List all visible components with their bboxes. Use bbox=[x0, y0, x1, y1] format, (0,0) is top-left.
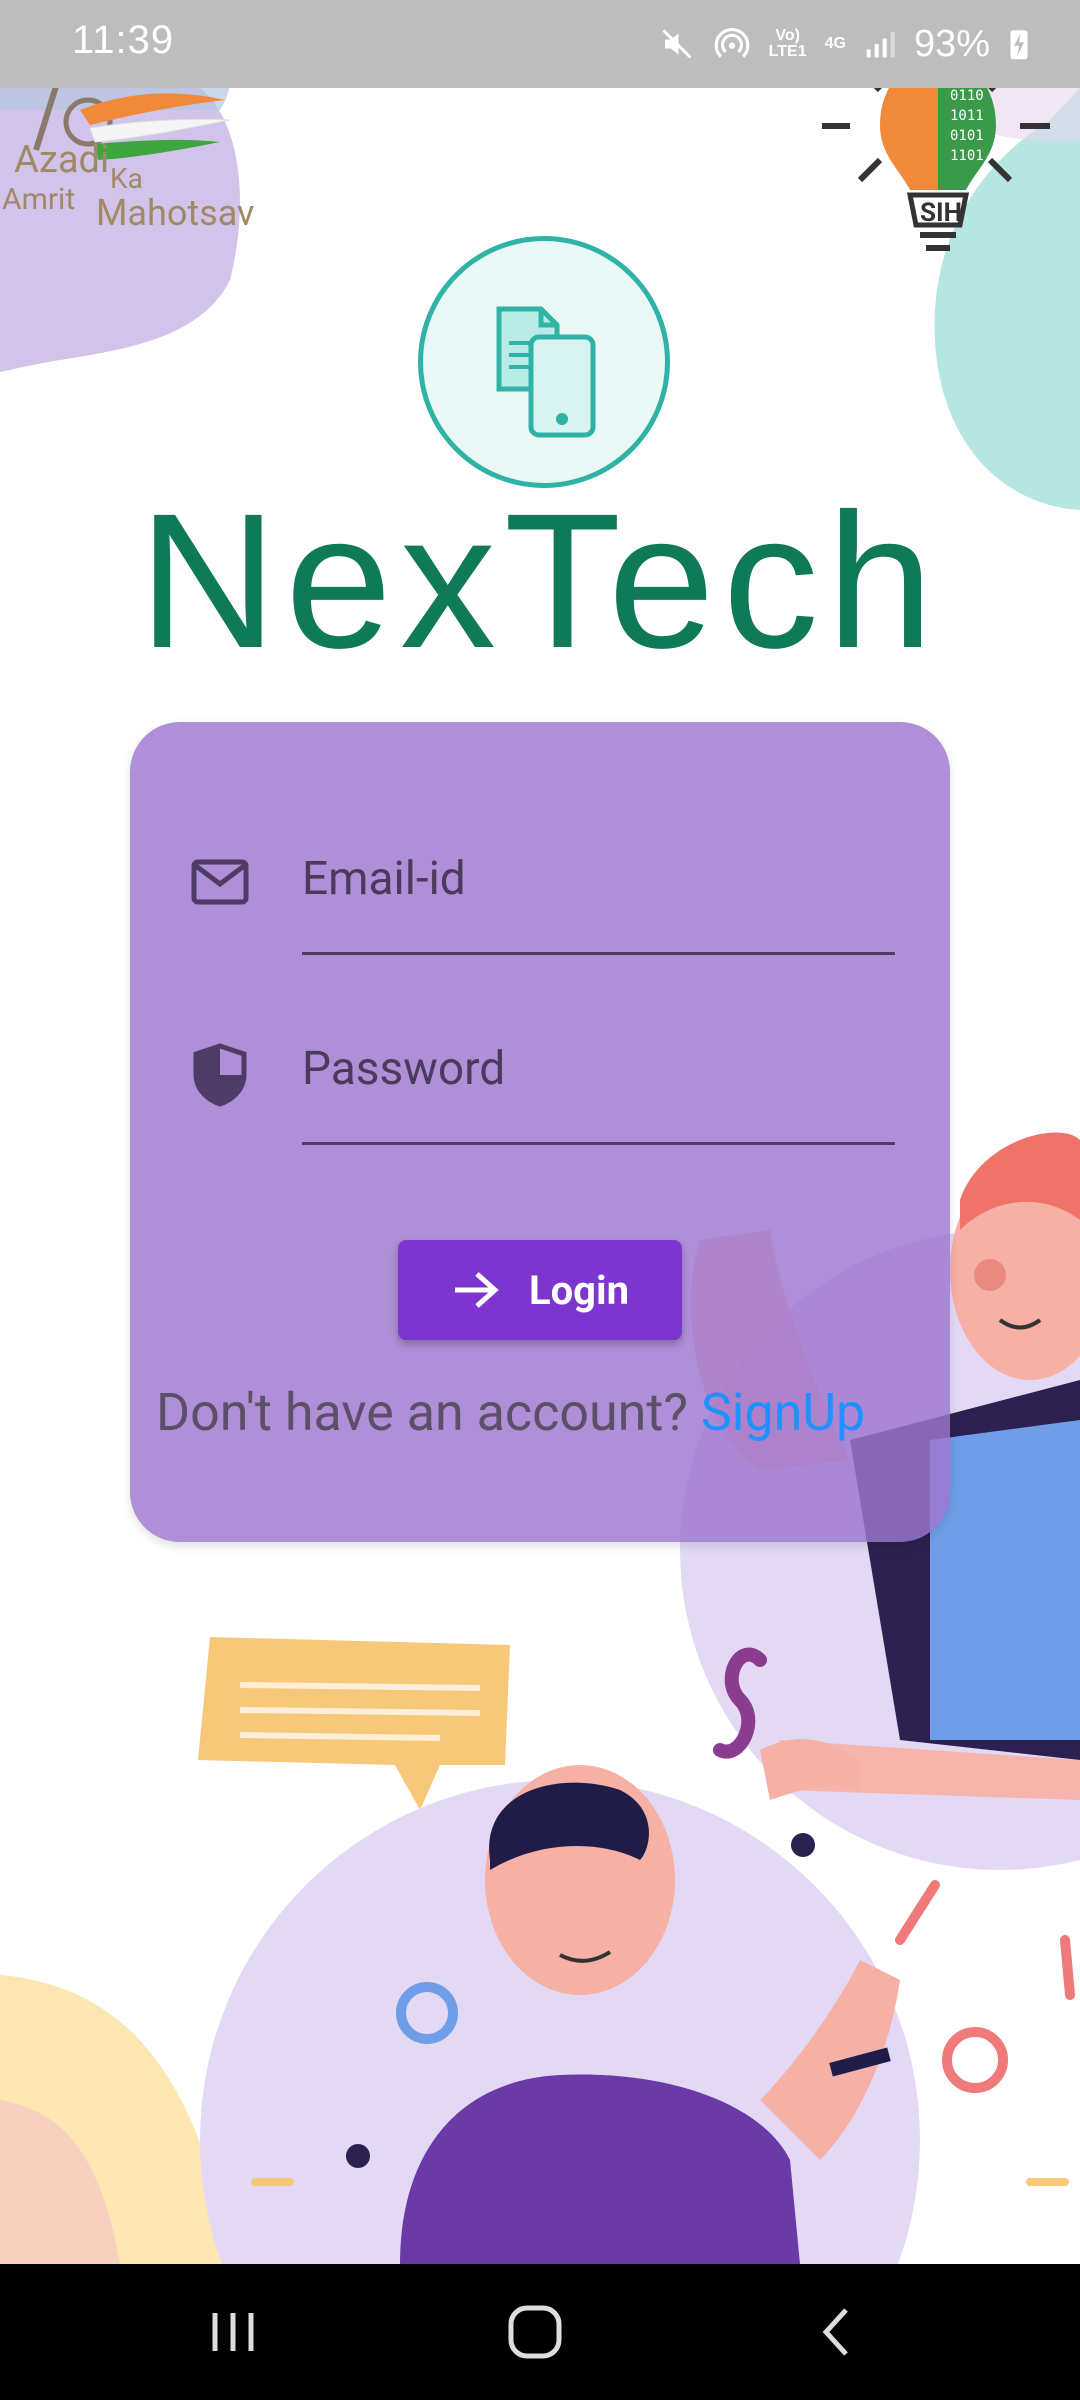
arrow-right-icon bbox=[454, 1272, 499, 1308]
email-field-underline bbox=[302, 952, 895, 955]
hotspot-icon bbox=[714, 28, 750, 58]
back-icon bbox=[822, 2308, 848, 2356]
recent-apps-button[interactable] bbox=[188, 2294, 278, 2370]
battery-charging-icon bbox=[1010, 30, 1028, 60]
svg-text:0110: 0110 bbox=[950, 88, 984, 104]
status-icons: Vo) LTE1 4G 93% bbox=[659, 22, 1030, 66]
signup-row: Don't have an account? SignUp bbox=[156, 1382, 946, 1443]
app-logo bbox=[418, 236, 670, 488]
status-time: 11:39 bbox=[72, 18, 175, 62]
home-button[interactable] bbox=[490, 2294, 580, 2370]
logo-text-azadi: Azadi bbox=[14, 138, 110, 182]
azadi-ka-amrit-mahotsav-logo: Azadi Ka Amrit Mahotsav bbox=[0, 70, 290, 240]
home-icon bbox=[508, 2305, 562, 2359]
signal-icon bbox=[866, 32, 895, 58]
volte-indicator: Vo) LTE1 bbox=[768, 27, 807, 60]
brand-title: NexTech bbox=[138, 473, 942, 688]
email-field[interactable]: Email-id bbox=[300, 842, 895, 922]
email-icon bbox=[191, 859, 249, 905]
sih-logo-text: SIH bbox=[920, 198, 962, 228]
svg-text:1101: 1101 bbox=[950, 148, 984, 164]
login-button-label: Login bbox=[528, 1266, 630, 1314]
password-placeholder: Password bbox=[302, 1042, 506, 1096]
mute-icon bbox=[662, 29, 692, 59]
battery-percentage: 93% bbox=[913, 22, 990, 65]
status-bar: 11:39 Vo) LTE1 4G 93% bbox=[0, 0, 1080, 88]
password-field-underline bbox=[302, 1142, 895, 1145]
password-field[interactable]: Password bbox=[300, 1032, 895, 1112]
shield-icon bbox=[193, 1043, 247, 1107]
svg-text:1011: 1011 bbox=[950, 108, 984, 124]
back-button[interactable] bbox=[792, 2294, 882, 2370]
logo-text-amrit: Amrit bbox=[2, 182, 76, 217]
email-placeholder: Email-id bbox=[302, 852, 466, 906]
signup-prompt: Don't have an account? bbox=[156, 1382, 701, 1443]
svg-text:0101: 0101 bbox=[950, 128, 984, 144]
network-gen-indicator: 4G bbox=[824, 35, 846, 52]
login-card: Email-id Password Login Don't have an ac… bbox=[130, 722, 950, 1542]
recent-apps-icon bbox=[212, 2313, 254, 2351]
signup-link[interactable]: SignUp bbox=[701, 1382, 865, 1443]
logo-text-ka: Ka bbox=[110, 162, 143, 195]
logo-text-mahotsav: Mahotsav bbox=[96, 192, 255, 234]
login-button[interactable]: Login bbox=[398, 1240, 682, 1340]
document-phone-icon bbox=[496, 306, 596, 438]
navigation-bar bbox=[0, 2264, 1080, 2400]
